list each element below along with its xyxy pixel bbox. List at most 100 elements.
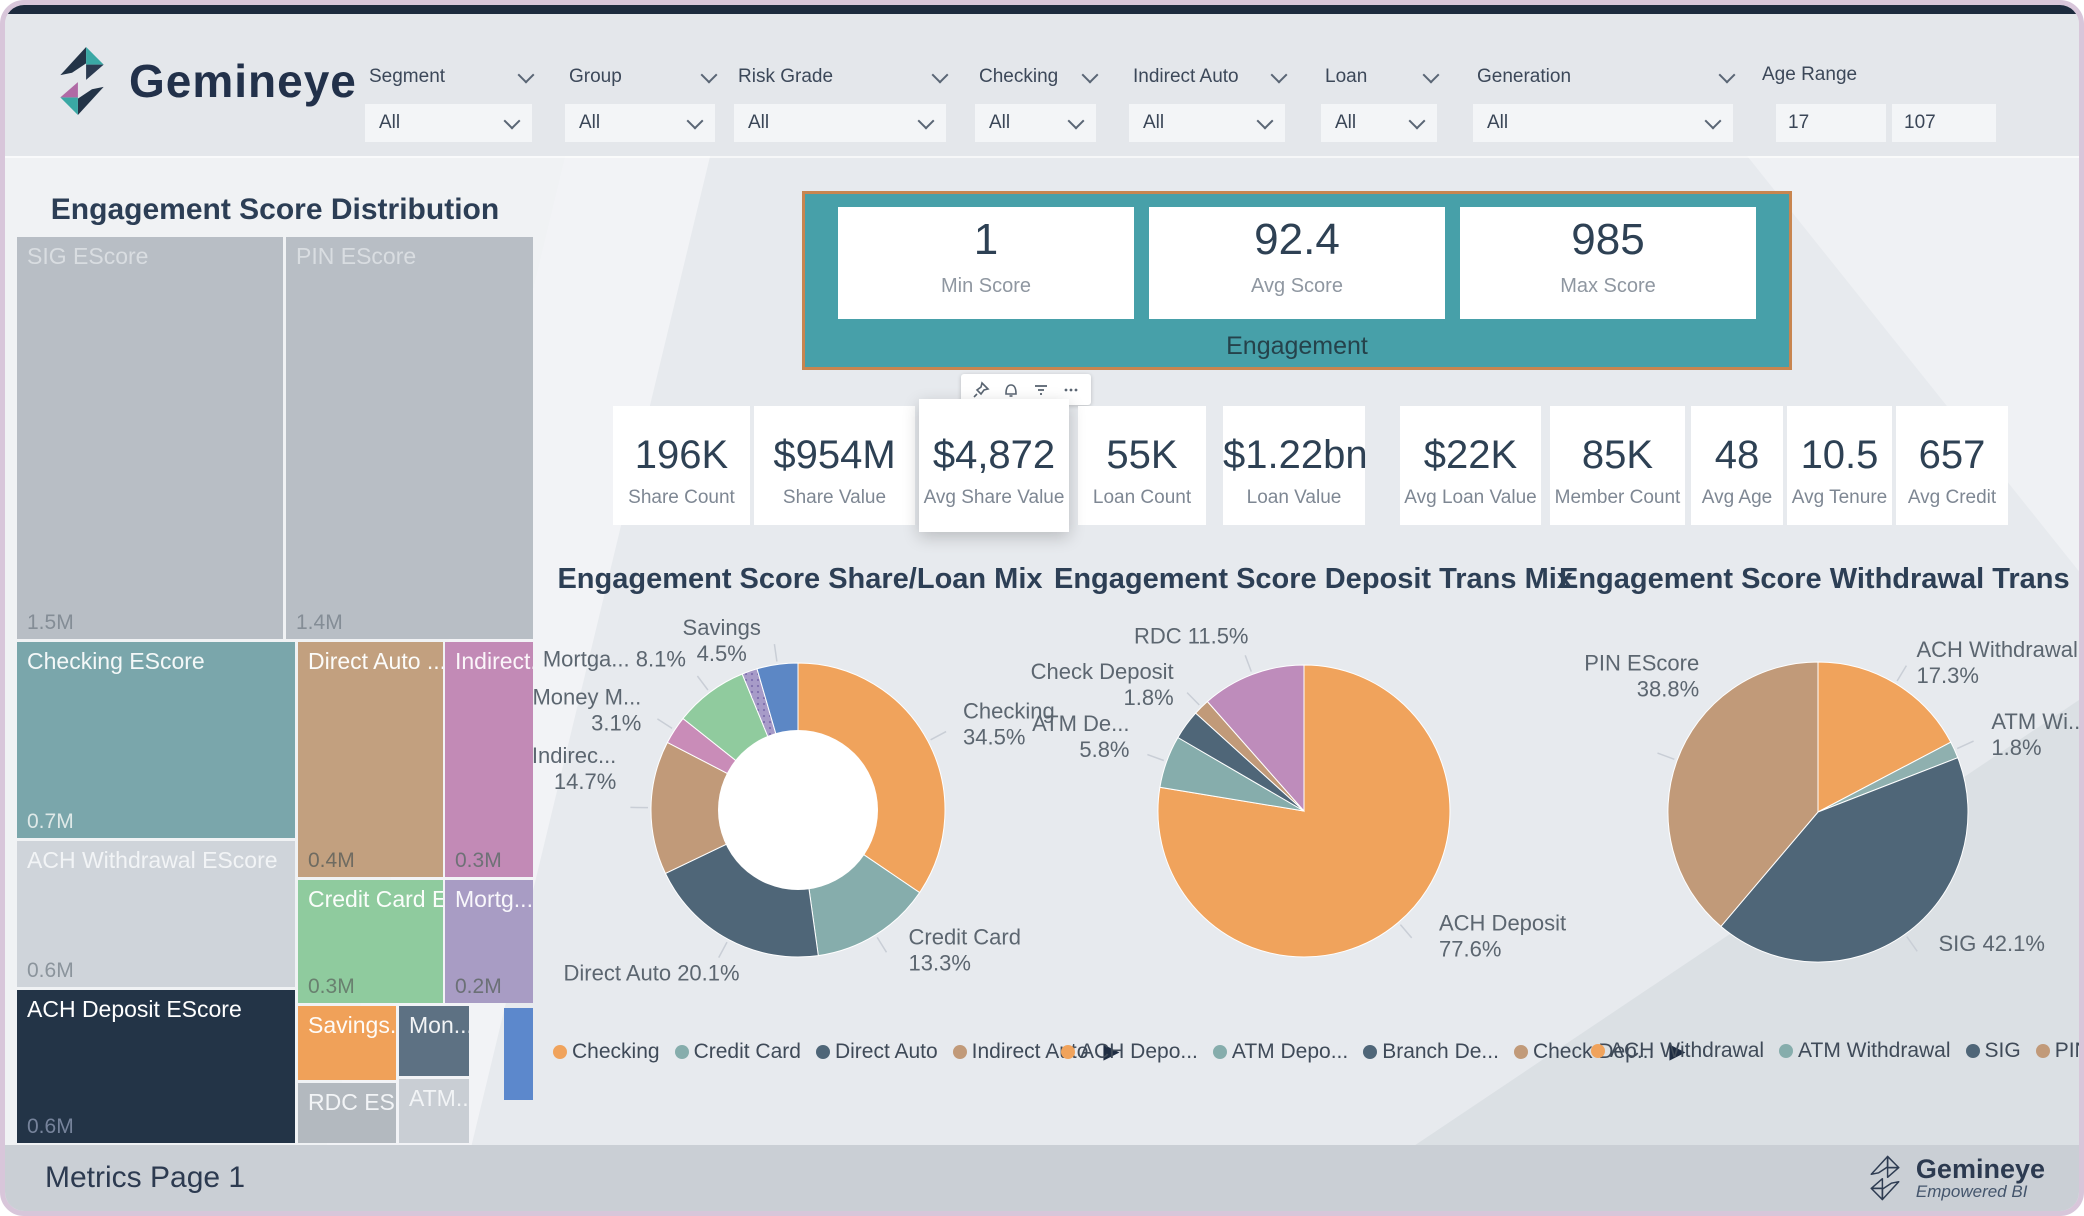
gemineye-outline-logo-icon xyxy=(1864,1152,1906,1204)
legend-item-checking[interactable]: Checking xyxy=(553,1040,660,1064)
kpi-card-avg-tenure[interactable]: 10.5Avg Tenure xyxy=(1787,406,1892,525)
filter-header-generation[interactable]: Generation xyxy=(1477,66,1733,88)
score-card-max-score[interactable]: 985Max Score xyxy=(1460,207,1756,319)
treemap-tile-name: Credit Card E... xyxy=(308,886,443,912)
treemap-tile-name: Savings... xyxy=(308,1012,396,1038)
kpi-label: Avg Age xyxy=(1691,487,1783,509)
age-max-input[interactable] xyxy=(1892,104,1996,142)
kpi-card-avg-loan-value[interactable]: $22K Avg Loan Value xyxy=(1400,406,1541,525)
filter-dropdown-segment[interactable]: All xyxy=(365,104,532,142)
filter-dropdown-checking[interactable]: All xyxy=(975,104,1096,142)
treemap-tile-name: SIG EScore xyxy=(27,243,148,269)
filter-dropdown-indirect-auto[interactable]: All xyxy=(1129,104,1285,142)
legend-bullet-icon xyxy=(1591,1044,1605,1058)
kpi-card-avg-share-value[interactable]: $4,872Avg Share Value xyxy=(919,399,1069,532)
treemap-tile-credit-card-e[interactable]: Credit Card E...0.3M xyxy=(298,880,443,1003)
legend-bullet-icon xyxy=(1363,1045,1377,1059)
legend-item-atm-withdrawal[interactable]: ATM Withdrawal xyxy=(1779,1039,1950,1063)
filter-header-risk-grade[interactable]: Risk Grade xyxy=(738,66,946,88)
filter-label: Loan xyxy=(1325,66,1367,88)
filter-header-indirect-auto[interactable]: Indirect Auto xyxy=(1133,66,1285,88)
label-leader-line xyxy=(931,732,947,740)
legend-item-pin-escore[interactable]: PIN EScore xyxy=(2036,1039,2084,1063)
score-card-min-score[interactable]: 1Min Score xyxy=(838,207,1134,319)
treemap-tile-rdc-es[interactable]: RDC ES... xyxy=(298,1083,396,1143)
label-leader-line xyxy=(697,676,708,690)
treemap-tile-name: Checking EScore xyxy=(27,648,205,674)
filter-dropdown-risk-grade[interactable]: All xyxy=(734,104,946,142)
filter-segment: Segment All xyxy=(365,14,532,156)
treemap-tile-direct-auto[interactable]: Direct Auto ...0.4M xyxy=(298,642,443,877)
treemap-tile-value: 1.4M xyxy=(296,611,343,635)
chevron-down-icon xyxy=(1423,66,1440,83)
kpi-card-share-value[interactable]: $954MShare Value xyxy=(754,406,915,525)
kpi-value: $22K xyxy=(1400,433,1541,478)
filter-label: Generation xyxy=(1477,66,1571,88)
slice-label-pin-escore: PIN EScore38.8% xyxy=(1584,650,1699,701)
score-value: 92.4 xyxy=(1149,215,1445,265)
filter-dropdown-group[interactable]: All xyxy=(565,104,715,142)
filter-header-loan[interactable]: Loan xyxy=(1325,66,1437,88)
engagement-card: 1Min Score92.4Avg Score985Max Score Enga… xyxy=(802,191,1792,370)
label-leader-line xyxy=(1658,753,1675,759)
age-range-label: Age Range xyxy=(1762,64,1857,86)
treemap-tile-indirect[interactable]: Indirect...0.3M xyxy=(445,642,533,877)
treemap-tile-checking-escore[interactable]: Checking EScore 0.7M xyxy=(17,642,295,838)
legend-item-branch-de[interactable]: Branch De... xyxy=(1363,1040,1499,1064)
filter-header-segment[interactable]: Segment xyxy=(369,66,532,88)
slice-label-money-market: Money M...3.1% xyxy=(532,685,641,736)
gemineye-logo-icon xyxy=(49,40,115,122)
treemap-tile-sig-escore[interactable]: SIG EScore 1.5M xyxy=(17,237,283,639)
treemap-tile-pin-escore[interactable]: PIN EScore1.4M xyxy=(286,237,533,639)
kpi-card-loan-value[interactable]: $1.22bnLoan Value xyxy=(1223,406,1365,525)
kpi-label: Share Count xyxy=(613,487,750,509)
treemap-tile-value: 0.7M xyxy=(27,810,74,834)
treemap-tile-mortg[interactable]: Mortg...0.2M xyxy=(445,880,533,1003)
footer-brand-tagline: Empowered BI xyxy=(1916,1183,2045,1201)
kpi-card-avg-credit[interactable]: 657Avg Credit xyxy=(1896,406,2008,525)
filter-dropdown-generation[interactable]: All xyxy=(1473,104,1733,142)
filter-header-group[interactable]: Group xyxy=(569,66,715,88)
legend-item-ach-depo[interactable]: ACH Depo... xyxy=(1061,1040,1198,1064)
treemap-tile-mon[interactable]: Mon... xyxy=(399,1006,469,1076)
kpi-value: 48 xyxy=(1691,433,1783,478)
kpi-card-member-count[interactable]: 85KMember Count xyxy=(1550,406,1685,525)
footer-brand: Gemineye Empowered BI xyxy=(1864,1152,2045,1204)
label-leader-line xyxy=(657,719,672,729)
kpi-label: Loan Value xyxy=(1223,487,1365,509)
filter-label: Checking xyxy=(979,66,1058,88)
chevron-down-icon xyxy=(1705,112,1722,129)
age-min-input[interactable] xyxy=(1776,104,1886,142)
score-label: Min Score xyxy=(838,275,1134,298)
treemap-tile-ach-deposit-escore[interactable]: ACH Deposit EScore0.6M xyxy=(17,990,295,1143)
legend-item-ach-withdrawal[interactable]: ACH Withdrawal xyxy=(1591,1039,1764,1063)
brand-name: Gemineye xyxy=(129,54,357,108)
filter-header-checking[interactable]: Checking xyxy=(979,66,1096,88)
legend-label: ATM Withdrawal xyxy=(1798,1039,1950,1063)
legend-item-atm-depo[interactable]: ATM Depo... xyxy=(1213,1040,1348,1064)
treemap-tile-savings[interactable]: Savings... xyxy=(298,1006,396,1080)
chevron-down-icon xyxy=(504,112,521,129)
slice-label-rdc: RDC 11.5% xyxy=(1134,624,1249,649)
kpi-value: 196K xyxy=(613,433,750,478)
label-leader-line xyxy=(774,644,777,661)
filter-dropdown-loan[interactable]: All xyxy=(1321,104,1437,142)
kpi-label: Avg Loan Value xyxy=(1400,487,1541,509)
kpi-card-loan-count[interactable]: 55KLoan Count xyxy=(1078,406,1206,525)
chevron-down-icon xyxy=(1257,112,1274,129)
legend-item-credit-card[interactable]: Credit Card xyxy=(675,1040,801,1064)
treemap-tile-atm[interactable]: ATM... xyxy=(399,1079,469,1143)
treemap-tile-name: ATM... xyxy=(409,1085,469,1111)
treemap-tile-ach-withdrawal-escore[interactable]: ACH Withdrawal EScore0.6M xyxy=(17,841,295,987)
donut-hole xyxy=(718,730,878,890)
treemap-tile-value: 1.5M xyxy=(27,611,74,635)
kpi-card-share-count[interactable]: 196K Share Count xyxy=(613,406,750,525)
kpi-card-avg-age[interactable]: 48 Avg Age xyxy=(1691,406,1783,525)
score-card-avg-score[interactable]: 92.4Avg Score xyxy=(1149,207,1445,319)
legend-item-direct-auto[interactable]: Direct Auto xyxy=(816,1040,938,1064)
chevron-down-icon xyxy=(518,66,535,83)
filter-group: Group All xyxy=(565,14,715,156)
filter-generation: Generation All xyxy=(1473,14,1733,156)
treemap-tile-name: ACH Withdrawal EScore xyxy=(27,847,278,873)
legend-item-sig[interactable]: SIG xyxy=(1966,1039,2021,1063)
